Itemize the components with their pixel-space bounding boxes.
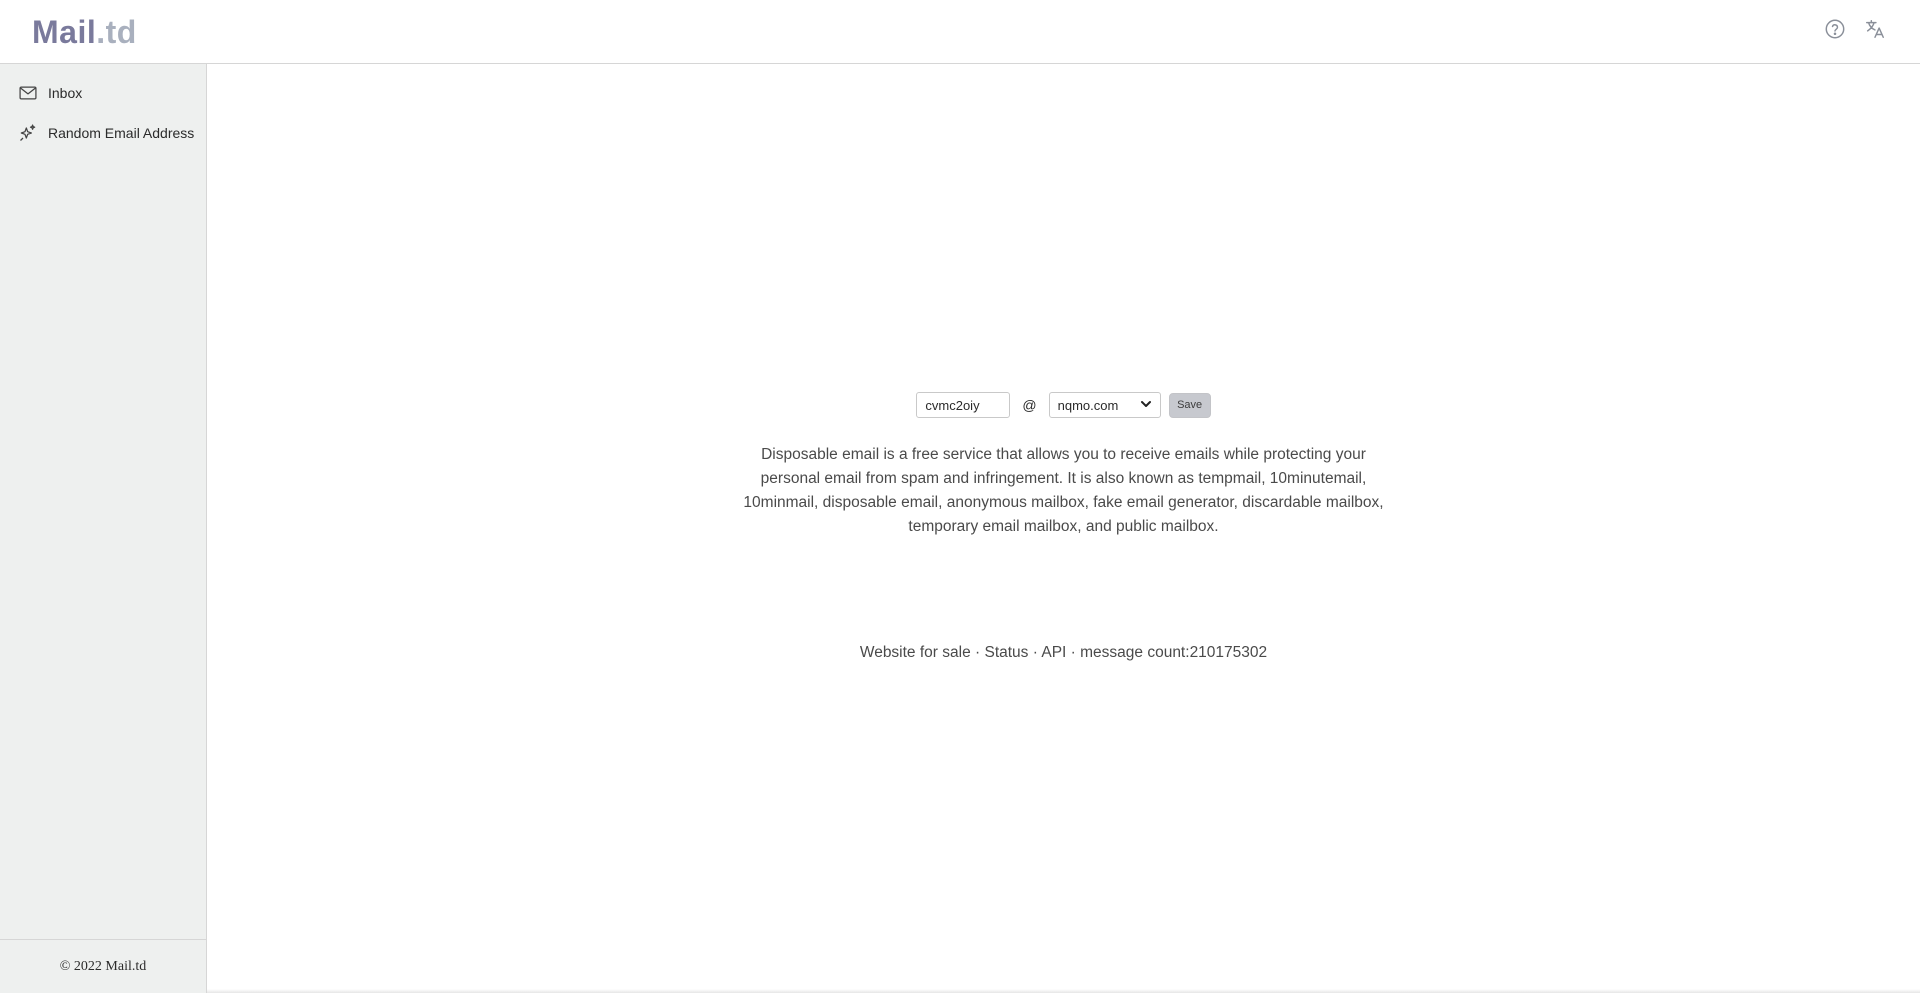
domain-selected-value: nqmo.com: [1057, 397, 1119, 413]
email-address-form: @ nqmo.com Save: [207, 392, 1920, 418]
domain-select[interactable]: nqmo.com: [1048, 392, 1161, 418]
copyright: © 2022 Mail.td: [0, 939, 206, 993]
sidebar: Inbox Random Email Address © 2022 Mail.t…: [0, 64, 207, 993]
help-circle-icon[interactable]: [1822, 16, 1848, 42]
sidebar-item-label: Random Email Address: [48, 125, 195, 141]
api-link[interactable]: API: [1041, 644, 1066, 661]
header-actions: [1822, 16, 1888, 42]
at-symbol: @: [1022, 397, 1037, 413]
email-local-part-input[interactable]: [916, 392, 1011, 418]
separator: ·: [970, 644, 985, 661]
logo-text-main: Mail: [32, 14, 97, 50]
website-for-sale-link[interactable]: Website for sale: [860, 644, 971, 661]
footer-links: Website for sale · Status · API · messag…: [207, 644, 1920, 662]
save-button[interactable]: Save: [1168, 392, 1211, 418]
sidebar-item-label: Inbox: [48, 85, 83, 101]
bottom-edge: [207, 989, 1920, 993]
main-content: @ nqmo.com Save Disposable email is a fr…: [207, 64, 1920, 993]
sparkles-icon: [17, 122, 39, 144]
chevron-down-icon: [1140, 398, 1152, 413]
service-description: Disposable email is a free service that …: [743, 446, 1384, 535]
sidebar-item-random-email[interactable]: Random Email Address: [0, 113, 206, 153]
separator: ·: [1066, 644, 1081, 661]
separator: ·: [1028, 644, 1042, 661]
top-header: Mail.td: [0, 0, 1920, 64]
mail-icon: [17, 82, 39, 104]
message-count-label: message count:: [1080, 644, 1190, 661]
message-count-value: 210175302: [1189, 644, 1268, 661]
translate-icon[interactable]: [1862, 16, 1888, 42]
sidebar-item-inbox[interactable]: Inbox: [0, 73, 206, 113]
logo-text-tld: .td: [96, 14, 137, 50]
status-link[interactable]: Status: [984, 644, 1028, 661]
logo[interactable]: Mail.td: [32, 10, 137, 54]
